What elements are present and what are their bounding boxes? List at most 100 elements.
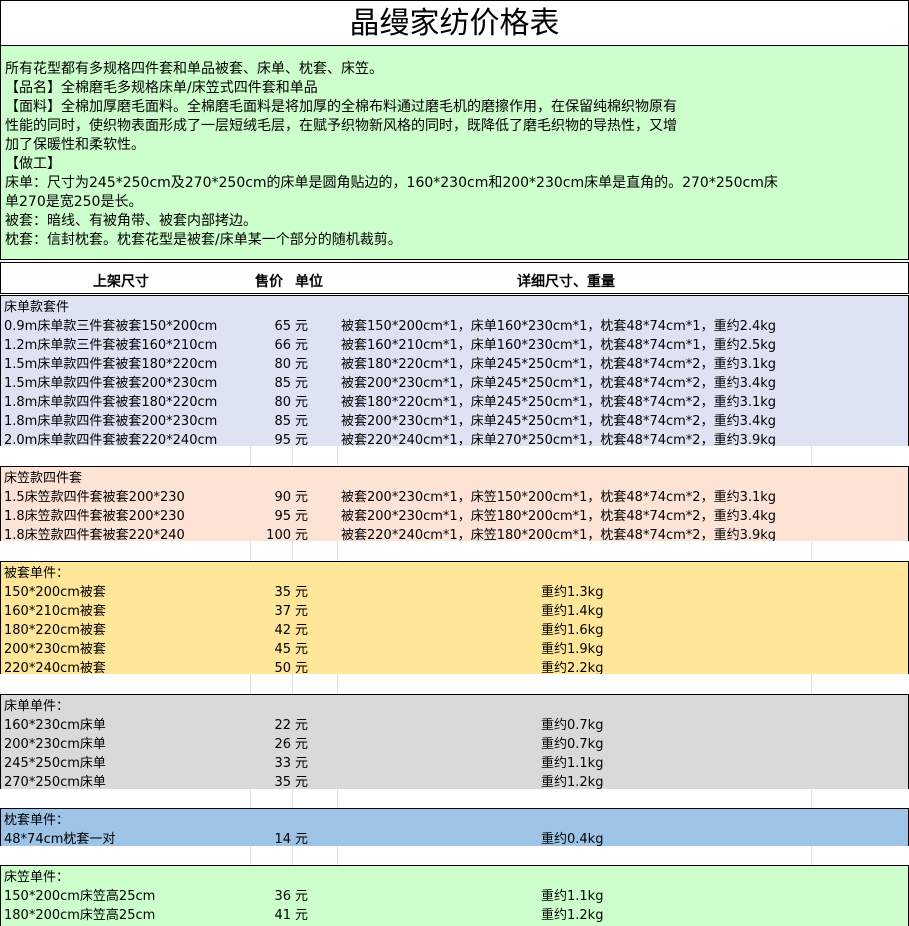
- intro-line: 被套：暗线、有被角带、被套内部拷边。: [5, 213, 257, 229]
- table-row: 160*230cm床单 22 元 重约0.7kg: [1, 716, 909, 735]
- table-row: 200*230cm床单 26 元 重约0.7kg: [1, 735, 909, 754]
- table-row: 200*230cm被套 45 元 重约1.9kg: [1, 640, 909, 659]
- grid-line: [250, 541, 251, 561]
- price-cell: 22: [274, 718, 291, 733]
- product-name: 0.9m床单款三件套被套150*200cm: [4, 319, 218, 334]
- product-name: 1.2m床单款三件套被套160*210cm: [4, 338, 218, 353]
- product-name: 160*210cm被套: [4, 604, 106, 619]
- grid-line: [292, 846, 293, 865]
- product-name: 1.5m床单款四件套被套180*220cm: [4, 357, 218, 372]
- price-cell: 42: [274, 623, 291, 638]
- product-name: 1.8m床单款四件套被套180*220cm: [4, 395, 218, 410]
- intro-block: 所有花型都有多规格四件套和单品被套、床单、枕套、床笠。 【品名】全棉磨毛多规格床…: [0, 46, 909, 260]
- unit-cell: 元: [295, 889, 309, 904]
- unit-cell: 元: [295, 718, 309, 733]
- price-cell: 95: [274, 509, 291, 524]
- product-name: 180*200cm床笠高25cm: [4, 908, 156, 923]
- header-unit: 单位: [295, 274, 323, 290]
- unit-cell: 元: [295, 376, 309, 391]
- grid-line: [337, 446, 338, 466]
- product-name: 200*230cm被套: [4, 642, 106, 657]
- intro-line: 【品名】全棉磨毛多规格床单/床笠式四件套和单品: [5, 80, 318, 96]
- price-cell: 85: [274, 376, 291, 391]
- unit-cell: 元: [295, 338, 309, 353]
- product-name: 1.5m床单款四件套被套200*230cm: [4, 376, 218, 391]
- table-row: 1.8m床单款四件套被套200*230cm 85 元 被套200*230cm*1，床单…: [1, 412, 909, 431]
- table-row: 1.8床笠款四件套被套200*230 95 元 被套200*230cm*1，床笠180…: [1, 507, 909, 526]
- price-cell: 85: [274, 414, 291, 429]
- table-header: 上架尺寸 售价 单位 详细尺寸、重量: [0, 262, 909, 294]
- section-title-text: 床笠款四件套: [4, 471, 83, 486]
- product-name: 180*220cm被套: [4, 623, 106, 638]
- section-fitted-sets: 床笠款四件套 1.5床笠款四件套被套200*230 90 元被套200*230cm*1…: [0, 466, 909, 546]
- section-title-text: 床单单件：: [4, 699, 70, 714]
- section-duvet: 被套单件： 150*200cm被套 35 元 重约1.3kg 160*210cm被套 37 元…: [0, 561, 909, 679]
- grid-line: [811, 541, 812, 561]
- price-cell: 36: [274, 889, 291, 904]
- price-cell: 90: [274, 490, 291, 505]
- weight-cell: 重约1.4kg: [541, 604, 604, 619]
- weight-cell: 重约1.1kg: [541, 756, 604, 771]
- section-title-text: 床单款套件: [4, 300, 70, 315]
- detail-cell: 被套200*230cm*1，床单245*250cm*1，枕套48*74cm*2，…: [341, 414, 777, 429]
- price-cell: 35: [274, 585, 291, 600]
- section-title-text: 床笠单件：: [4, 870, 70, 885]
- section-title-text: 被套单件：: [4, 566, 70, 581]
- unit-cell: 元: [295, 604, 309, 619]
- intro-line: 所有花型都有多规格四件套和单品被套、床单、枕套、床笠。: [5, 61, 383, 77]
- section-gap: [0, 541, 909, 561]
- price-cell: 80: [274, 395, 291, 410]
- section-title-text: 枕套单件：: [4, 813, 70, 828]
- weight-cell: 重约0.7kg: [541, 737, 604, 752]
- table-row: 1.5m床单款四件套被套200*230cm 85 元 被套200*230cm*1，床单…: [1, 374, 909, 393]
- intro-line: 床单：尺寸为245*250cm及270*250cm的床单是圆角贴边的，160*2…: [5, 175, 778, 191]
- intro-line: 性能的同时，使织物表面形成了一层短绒毛层，在赋予织物新风格的同时，既降低了磨毛织…: [5, 118, 677, 134]
- unit-cell: 元: [295, 585, 309, 600]
- table-row: 150*200cm床笠高25cm 36 元 重约1.1kg: [1, 887, 909, 906]
- unit-cell: 元: [295, 642, 309, 657]
- grid-line: [292, 446, 293, 466]
- section-title: 床单款套件: [1, 298, 909, 317]
- section-gap: [0, 674, 909, 694]
- price-cell: 65: [274, 319, 291, 334]
- grid-line: [292, 789, 293, 808]
- table-row: 0.9m床单款三件套被套150*200cm 65 元 被套150*200cm*1，床单…: [1, 317, 909, 336]
- grid-line: [250, 674, 251, 694]
- grid-line: [811, 674, 812, 694]
- grid-line: [337, 789, 338, 808]
- price-cell: 80: [274, 357, 291, 372]
- section-title: 被套单件：: [1, 564, 909, 583]
- intro-line: 枕套：信封枕套。枕套花型是被套/床单某一个部分的随机裁剪。: [5, 232, 402, 248]
- price-cell: 26: [274, 737, 291, 752]
- product-name: 160*230cm床单: [4, 718, 106, 733]
- intro-line: 单270是宽250是长。: [5, 194, 143, 210]
- table-row: 1.2m床单款三件套被套160*210cm 66 元 被套160*210cm*1，床单…: [1, 336, 909, 355]
- unit-cell: 元: [295, 490, 309, 505]
- page-title: 晶缦家纺价格表: [0, 0, 909, 46]
- section-fitted: 床笠单件： 150*200cm床笠高25cm 36 元 重约1.1kg 180*200cm…: [0, 865, 909, 926]
- unit-cell: 元: [295, 357, 309, 372]
- weight-cell: 重约0.7kg: [541, 718, 604, 733]
- unit-cell: 元: [295, 509, 309, 524]
- detail-cell: 被套180*220cm*1，床单245*250cm*1，枕套48*74cm*2，…: [341, 357, 777, 372]
- section-gap: [0, 789, 909, 808]
- weight-cell: 重约1.1kg: [541, 889, 604, 904]
- detail-cell: 被套160*210cm*1，床单160*230cm*1，枕套48*74cm*1，…: [341, 338, 777, 353]
- detail-cell: 被套200*230cm*1，床单245*250cm*1，枕套48*74cm*2，…: [341, 376, 777, 391]
- unit-cell: 元: [295, 908, 309, 923]
- weight-cell: 重约1.6kg: [541, 623, 604, 638]
- table-row: 180*220cm被套 42 元 重约1.6kg: [1, 621, 909, 640]
- product-name: 150*200cm被套: [4, 585, 106, 600]
- section-title: 枕套单件：: [1, 811, 909, 830]
- product-name: 200*230cm床单: [4, 737, 106, 752]
- header-size: 上架尺寸: [93, 274, 149, 290]
- section-pillow: 枕套单件： 48*74cm枕套一对 14 元重约0.4kg: [0, 808, 909, 850]
- section-sheet: 床单单件： 160*230cm床单 22 元 重约0.7kg 200*230cm床单 26 元…: [0, 694, 909, 793]
- intro-line: 【面料】全棉加厚磨毛面料。全棉磨毛面料是将加厚的全棉布料通过磨毛机的磨擦作用，在…: [5, 99, 677, 115]
- table-row: 150*200cm被套 35 元 重约1.3kg: [1, 583, 909, 602]
- grid-line: [292, 674, 293, 694]
- price-cell: 41: [274, 908, 291, 923]
- detail-cell: 被套150*200cm*1，床单160*230cm*1，枕套48*74cm*1，…: [341, 319, 777, 334]
- table-row: 160*210cm被套 37 元 重约1.4kg: [1, 602, 909, 621]
- weight-cell: 重约1.3kg: [541, 585, 604, 600]
